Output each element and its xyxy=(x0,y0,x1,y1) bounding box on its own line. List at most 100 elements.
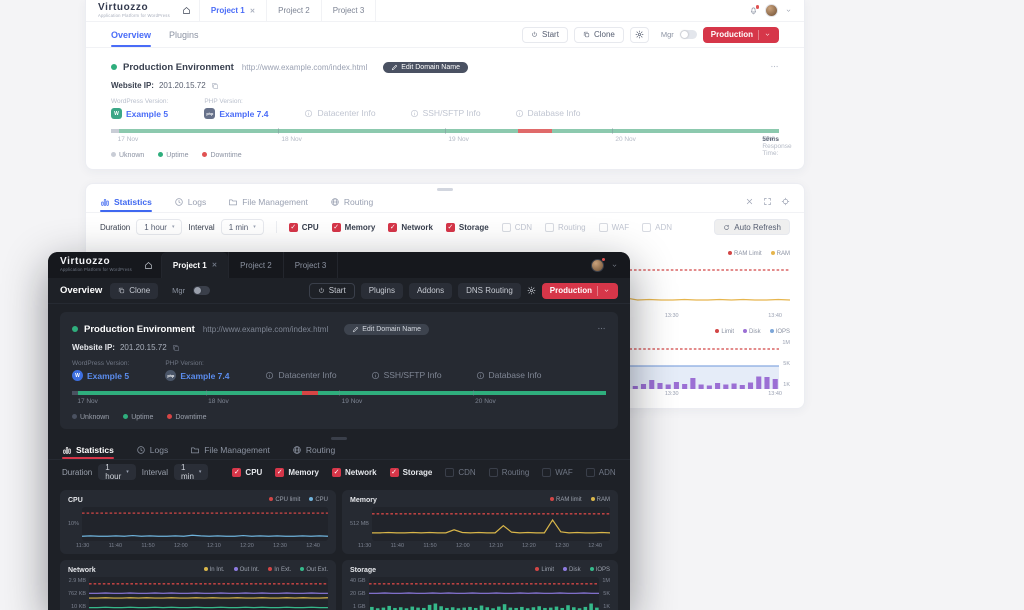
tab-overview[interactable]: Overview xyxy=(111,22,152,47)
filter-checkbox-storage[interactable]: ✓ Storage xyxy=(445,222,489,232)
legend-item-in-int[interactable]: In Int. xyxy=(203,567,225,573)
more-options-button[interactable] xyxy=(770,58,779,76)
logo[interactable]: Virtuozzo Application Platform for WordP… xyxy=(98,2,170,18)
filter-checkbox-waf[interactable]: WAF xyxy=(542,467,573,477)
project-tab-project-1[interactable]: Project 1 ✕ xyxy=(160,252,229,278)
dns-routing-button[interactable]: DNS Routing xyxy=(458,282,521,299)
uptime-timeline-bar[interactable] xyxy=(72,390,606,396)
tab-file-management[interactable]: File Management xyxy=(228,191,308,212)
tab-file-management[interactable]: File Management xyxy=(190,440,270,459)
production-dropdown-button[interactable]: Production xyxy=(702,26,779,43)
chevron-down-icon[interactable] xyxy=(785,7,792,14)
legend-item-ram[interactable]: RAM xyxy=(590,497,610,503)
php-version-link[interactable]: Example 7.4 xyxy=(180,371,229,381)
filter-checkbox-network[interactable]: ✓ Network xyxy=(388,222,433,232)
notifications-button[interactable] xyxy=(749,5,759,15)
chart-plot[interactable] xyxy=(89,577,328,610)
logo[interactable]: Virtuozzo Application Platform for WordP… xyxy=(60,257,132,272)
checkbox[interactable]: ✓ xyxy=(275,467,285,477)
legend-item-iops[interactable]: IOPS xyxy=(589,567,610,573)
checkbox[interactable]: ✓ xyxy=(332,467,341,477)
checkbox[interactable] xyxy=(598,222,608,232)
checkbox[interactable]: ✓ xyxy=(389,467,399,477)
info-link-database-info[interactable]: Database Info xyxy=(476,370,541,380)
legend-item-out-ext[interactable]: Out Ext. xyxy=(300,567,328,573)
legend-item-iops[interactable]: IOPS xyxy=(769,329,790,335)
tab-logs[interactable]: Logs xyxy=(136,440,168,459)
start-button[interactable]: Start xyxy=(308,282,355,299)
tab-routing[interactable]: Routing xyxy=(330,191,373,212)
wordpress-version-link[interactable]: Example 5 xyxy=(126,109,168,119)
checkbox[interactable]: ✓ xyxy=(388,222,398,232)
environment-url[interactable]: http://www.example.com/index.html xyxy=(203,325,328,334)
settings-gear-button[interactable] xyxy=(629,26,649,43)
chart-plot[interactable] xyxy=(82,507,328,541)
project-tab-project-3[interactable]: Project 3 xyxy=(282,252,339,278)
filter-checkbox-adn[interactable]: ADN xyxy=(642,222,672,232)
close-icon[interactable] xyxy=(745,197,754,206)
interval-select[interactable]: 1 min ▾ xyxy=(220,219,264,235)
info-link-database-info[interactable]: Database Info xyxy=(515,108,580,118)
notifications-button[interactable] xyxy=(591,257,605,272)
avatar[interactable] xyxy=(765,4,778,17)
checkbox[interactable] xyxy=(501,222,511,232)
filter-checkbox-routing[interactable]: Routing xyxy=(545,222,586,232)
checkbox[interactable] xyxy=(445,467,455,477)
filter-checkbox-cpu[interactable]: ✓ CPU xyxy=(288,222,319,232)
legend-item-limit[interactable]: Limit xyxy=(535,567,554,573)
start-button[interactable]: Start xyxy=(522,26,568,43)
settings-icon[interactable] xyxy=(781,197,790,206)
mgr-toggle[interactable] xyxy=(679,30,697,39)
legend-item-cpu[interactable]: CPU xyxy=(309,497,328,503)
php-version-link[interactable]: Example 7.4 xyxy=(219,109,268,119)
tab-statistics[interactable]: Statistics xyxy=(62,440,114,459)
legend-item-disk[interactable]: Disk xyxy=(742,329,761,335)
checkbox[interactable]: ✓ xyxy=(331,222,341,232)
auto-refresh-button[interactable]: Auto Refresh xyxy=(714,219,790,235)
filter-checkbox-waf[interactable]: WAF xyxy=(598,222,629,232)
addons-button[interactable]: Addons xyxy=(408,282,453,299)
project-tab-project-2[interactable]: Project 2 xyxy=(228,252,283,278)
mgr-toggle[interactable] xyxy=(193,286,211,295)
more-options-button[interactable] xyxy=(597,320,606,338)
duration-select[interactable]: 1 hour ▾ xyxy=(98,463,136,481)
legend-item-ram-limit[interactable]: RAM Limit xyxy=(727,251,762,257)
checkbox[interactable] xyxy=(642,222,652,232)
edit-domain-button[interactable]: Edit Domain Name xyxy=(383,61,468,73)
tab-routing[interactable]: Routing xyxy=(292,440,335,459)
checkbox[interactable]: ✓ xyxy=(288,222,298,232)
filter-checkbox-cpu[interactable]: ✓ CPU xyxy=(232,467,262,477)
production-dropdown-button[interactable]: Production xyxy=(541,282,618,299)
info-link-ssh-sftp-info[interactable]: SSH/SFTP Info xyxy=(371,370,442,380)
project-tab-project-1[interactable]: Project 1 ✕ xyxy=(198,0,266,21)
filter-checkbox-cdn[interactable]: CDN xyxy=(445,467,476,477)
tab-logs[interactable]: Logs xyxy=(174,191,206,212)
copy-icon[interactable] xyxy=(211,82,219,90)
checkbox[interactable] xyxy=(545,222,555,232)
fullscreen-icon[interactable] xyxy=(763,197,772,206)
info-link-datacenter-info[interactable]: Datacenter Info xyxy=(304,108,376,118)
legend-item-limit[interactable]: Limit xyxy=(715,329,734,335)
filter-checkbox-memory[interactable]: ✓ Memory xyxy=(275,467,319,477)
interval-select[interactable]: 1 min ▾ xyxy=(174,463,209,481)
checkbox[interactable] xyxy=(585,467,595,477)
copy-icon[interactable] xyxy=(172,344,180,352)
checkbox[interactable] xyxy=(488,467,498,477)
duration-select[interactable]: 1 hour ▾ xyxy=(136,219,183,235)
gear-icon[interactable] xyxy=(527,286,536,295)
home-icon[interactable] xyxy=(144,261,153,270)
filter-checkbox-cdn[interactable]: CDN xyxy=(501,222,532,232)
filter-checkbox-adn[interactable]: ADN xyxy=(585,467,616,477)
filter-checkbox-storage[interactable]: ✓ Storage xyxy=(389,467,432,477)
edit-domain-button[interactable]: Edit Domain Name xyxy=(344,323,429,335)
filter-checkbox-routing[interactable]: Routing xyxy=(488,467,529,477)
filter-checkbox-network[interactable]: ✓ Network xyxy=(332,467,377,477)
tab-plugins[interactable]: Plugins xyxy=(169,22,199,47)
checkbox[interactable] xyxy=(542,467,552,477)
home-icon[interactable] xyxy=(182,6,191,15)
clone-button[interactable]: Clone xyxy=(573,26,624,43)
filter-checkbox-memory[interactable]: ✓ Memory xyxy=(331,222,375,232)
legend-item-cpu-limit[interactable]: CPU limit xyxy=(269,497,300,503)
checkbox[interactable]: ✓ xyxy=(232,467,242,477)
environment-url[interactable]: http://www.example.com/index.html xyxy=(242,63,367,72)
